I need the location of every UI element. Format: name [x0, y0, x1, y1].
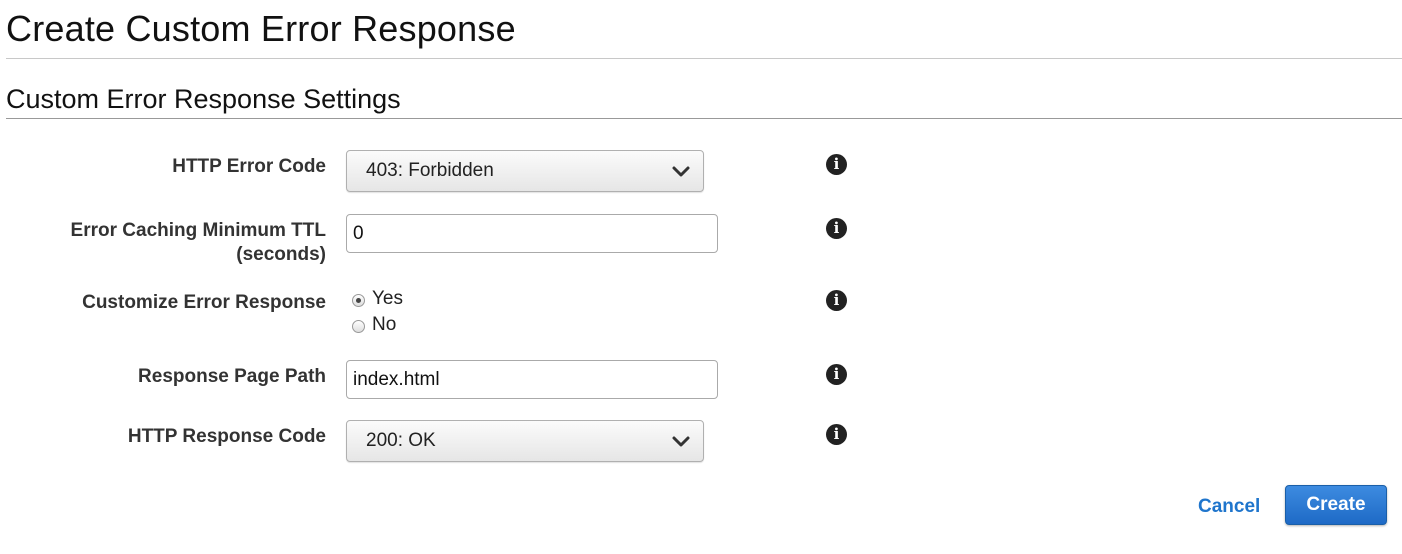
http-error-code-value: 403: Forbidden [366, 160, 494, 181]
chevron-down-icon [672, 166, 690, 177]
radio-yes[interactable] [352, 293, 365, 307]
error-caching-ttl-label-line2: (seconds) [236, 244, 326, 265]
section-divider [6, 118, 1402, 119]
error-caching-ttl-input[interactable] [346, 214, 718, 253]
info-icon[interactable]: i [826, 290, 847, 311]
response-page-path-input[interactable] [346, 360, 718, 399]
customize-no-radio-option[interactable]: No [352, 313, 396, 337]
info-icon[interactable]: i [826, 364, 847, 385]
http-response-code-select[interactable]: 200: OK [346, 420, 704, 462]
error-caching-ttl-label-line1: Error Caching Minimum TTL [70, 220, 326, 241]
http-error-code-label: HTTP Error Code [172, 156, 326, 177]
cancel-link[interactable]: Cancel [1198, 496, 1260, 518]
customize-yes-radio-option[interactable]: Yes [352, 287, 403, 311]
radio-no[interactable] [352, 319, 365, 333]
http-response-code-label: HTTP Response Code [127, 426, 326, 447]
http-response-code-value: 200: OK [366, 430, 436, 451]
info-icon[interactable]: i [826, 424, 847, 445]
create-button[interactable]: Create [1285, 485, 1387, 525]
info-icon[interactable]: i [826, 154, 847, 175]
response-page-path-label: Response Page Path [138, 366, 326, 387]
radio-yes-label: Yes [372, 288, 403, 309]
customize-error-response-label: Customize Error Response [82, 292, 326, 313]
section-title: Custom Error Response Settings [6, 84, 401, 114]
page-title: Create Custom Error Response [6, 8, 516, 49]
http-error-code-select[interactable]: 403: Forbidden [346, 150, 704, 192]
info-icon[interactable]: i [826, 218, 847, 239]
title-divider [6, 58, 1402, 59]
error-caching-ttl-label: Error Caching Minimum TTL (seconds) [71, 219, 326, 267]
radio-no-label: No [372, 314, 397, 335]
chevron-down-icon [672, 436, 690, 447]
